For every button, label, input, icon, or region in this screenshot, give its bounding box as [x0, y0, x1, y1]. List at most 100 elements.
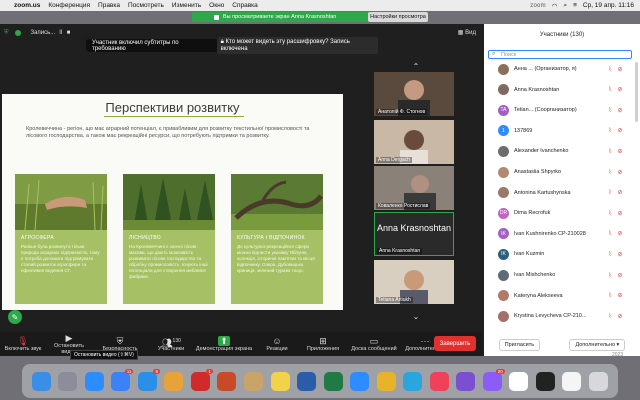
pause-recording-button[interactable]: II: [59, 30, 62, 36]
microphone-muted-icon: 🎙︎: [17, 336, 29, 346]
mic-muted-icon: ⌇: [608, 169, 612, 176]
video-off-icon: ⊘: [617, 313, 623, 320]
video-off-icon: ⊘: [617, 169, 623, 176]
video-off-icon: ⊘: [617, 148, 623, 155]
avatar: [498, 84, 509, 96]
shield-icon[interactable]: ⛨: [4, 30, 9, 37]
opera-icon[interactable]: 1: [190, 368, 213, 391]
participant-row[interactable]: Анна ... (Организатор, я) ⌇ ⊘: [484, 61, 640, 77]
safari-icon[interactable]: [84, 371, 104, 391]
music-icon[interactable]: [429, 371, 449, 391]
participant-row[interactable]: Alexander Ivanchenko ⌇ ⊘: [484, 143, 640, 159]
app-store-icon[interactable]: 9: [137, 368, 160, 391]
participant-row[interactable]: IK Ivan Kushnirenko CP-210028 ⌇ ⊘: [484, 226, 640, 242]
participant-row[interactable]: Anna Krasnoshtan ⌇ ⊘: [484, 82, 640, 98]
menu-view[interactable]: Посмотреть: [128, 2, 164, 9]
reactions-button[interactable]: ☺ Реакции: [254, 336, 300, 352]
textedit-icon[interactable]: [562, 371, 582, 391]
messenger-icon[interactable]: 20: [482, 368, 505, 391]
avatar: [498, 310, 509, 322]
annotate-pen-button[interactable]: ✎: [8, 310, 22, 324]
participant-row[interactable]: TA Tetian... (Соорганизатор) ⌇ ⊘: [484, 102, 640, 118]
avatar: [498, 63, 509, 75]
menu-change[interactable]: Изменить: [172, 2, 201, 9]
wifi-icon[interactable]: ◠: [552, 2, 558, 10]
unmute-button[interactable]: 🎙︎ Включить звук: [0, 336, 46, 352]
video-tile-active-speaker[interactable]: Anna Krasnoshtan Anna Krasnoshtan: [374, 212, 454, 256]
powerpoint-icon[interactable]: [217, 371, 237, 391]
subtitles-notice: Участник включил субтитры по требованию …: [86, 37, 378, 54]
menu-zoom-us[interactable]: zoom.us: [14, 2, 40, 9]
participant-row[interactable]: DR Dima Recrofuk ⌇ ⊘: [484, 205, 640, 221]
end-meeting-button[interactable]: Завершить: [434, 336, 476, 351]
video-tile[interactable]: Anna Dergach: [374, 120, 454, 164]
video-tile-name: Анатолій Ф. Стогнов: [376, 109, 428, 115]
search-icon: ⌕: [492, 51, 496, 57]
participant-row[interactable]: Krystina Levycheva CP-210... ⌇ ⊘: [484, 308, 640, 324]
menu-conference[interactable]: Конференция: [48, 2, 90, 9]
watermark-text: 2023: [612, 352, 624, 358]
view-button[interactable]: ▦ Вид: [458, 29, 476, 36]
participant-row[interactable]: IK Ivan Kuzmin ⌇ ⊘: [484, 246, 640, 262]
card-forestry-text: На Кролевеччині є значні лісові масиви, …: [129, 244, 208, 279]
whiteboard-button[interactable]: ▭ Доска сообщений: [346, 336, 402, 352]
viber-icon[interactable]: [456, 371, 476, 391]
more-options-button[interactable]: Дополнительно ▾: [569, 339, 626, 351]
calendar-icon[interactable]: [509, 371, 529, 391]
telegram-icon[interactable]: [403, 371, 423, 391]
video-off-icon: ⊘: [617, 190, 623, 197]
menu-edit[interactable]: Правка: [98, 2, 120, 9]
participant-row[interactable]: Kateryna Alekseeva ⌇ ⊘: [484, 288, 640, 304]
control-center-icon[interactable]: ≡: [573, 2, 577, 9]
participant-row[interactable]: Antonina Kartushynska ⌇ ⊘: [484, 185, 640, 201]
participant-row[interactable]: Anastasiia Shpyrko ⌇ ⊘: [484, 164, 640, 180]
chevron-up-icon[interactable]: ⌃: [410, 63, 422, 71]
share-screen-button[interactable]: ⬆ Демонстрация экрана: [194, 336, 254, 352]
video-tile-name: Tetiana Artiukh: [376, 297, 413, 303]
video-tile[interactable]: Анатолій Ф. Стогнов: [374, 72, 454, 116]
mic-muted-icon: ⌇: [608, 313, 612, 320]
mail-icon[interactable]: 11: [111, 368, 134, 391]
pen-icon: ✎: [11, 312, 19, 322]
invite-button[interactable]: Пригласить: [498, 339, 541, 351]
whiteboard-icon: ▭: [369, 336, 379, 346]
menu-help[interactable]: Справка: [232, 2, 258, 9]
mic-muted-icon: ⌇: [608, 210, 612, 217]
word-icon[interactable]: [297, 371, 317, 391]
view-options-button[interactable]: Настройки просмотра: [368, 12, 428, 22]
mic-muted-icon: ⌇: [608, 293, 612, 300]
screen-share-banner: Вы просматриваете экран Anna Krasnoshtan…: [192, 12, 428, 22]
participants-search-input[interactable]: ⌕ Поиск: [488, 50, 632, 59]
participant-row[interactable]: Ivan Mishchenko ⌇ ⊘: [484, 267, 640, 283]
apps-button[interactable]: ⊞ Приложения: [300, 336, 346, 352]
notification-badge: 9: [153, 368, 160, 374]
preview-icon[interactable]: [244, 371, 264, 391]
participant-row[interactable]: 1 137869 ⌇ ⊘: [484, 123, 640, 139]
zoom-status-icon[interactable]: zoom: [530, 3, 545, 9]
participants-button[interactable]: 👥︎130 Участники: [148, 336, 194, 352]
participant-name: Antonina Kartushynska: [514, 189, 571, 196]
card-forestry-title: ЛІСНИЦТВО: [129, 235, 161, 241]
menubar-clock[interactable]: Ср, 19 апр. 11:16: [583, 2, 634, 9]
menu-window[interactable]: Окно: [209, 2, 224, 9]
video-tile[interactable]: Коваленко Ростислав: [374, 166, 454, 210]
transcript-info-link[interactable]: 🔒︎ Кто может видеть эту расшифровку? Зап…: [216, 37, 378, 54]
search-icon[interactable]: ⌕: [563, 2, 567, 10]
video-tile[interactable]: Tetiana Artiukh: [374, 260, 454, 304]
photos-icon[interactable]: [164, 371, 184, 391]
zoom-icon[interactable]: [350, 371, 370, 391]
terminal-icon[interactable]: [535, 371, 555, 391]
finder-icon[interactable]: [31, 371, 51, 391]
more-icon: ···: [420, 336, 430, 346]
chrome-icon[interactable]: [376, 371, 396, 391]
video-off-icon: ⊘: [617, 231, 623, 238]
stop-recording-button[interactable]: ■: [67, 30, 71, 36]
notes-icon[interactable]: [270, 371, 290, 391]
chevron-down-icon[interactable]: ⌄: [410, 313, 422, 321]
shared-slide: Перспективи розвитку Кролевеччина - регі…: [2, 94, 343, 310]
launchpad-icon[interactable]: [58, 371, 78, 391]
excel-icon[interactable]: [323, 371, 343, 391]
avatar: 1: [498, 125, 509, 137]
participant-name: Alexander Ivanchenko: [514, 148, 569, 155]
trash-icon[interactable]: [588, 371, 608, 391]
